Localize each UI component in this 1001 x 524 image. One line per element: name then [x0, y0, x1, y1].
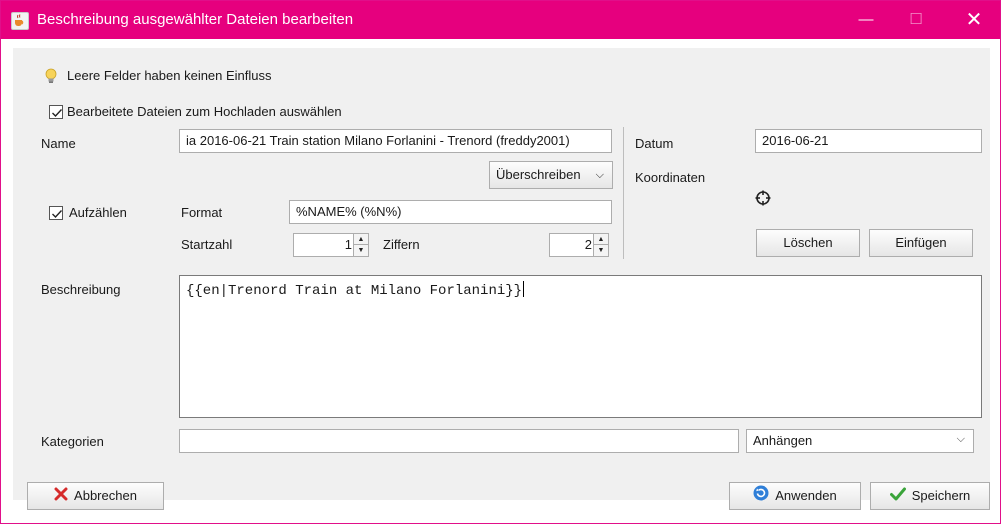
- name-label: Name: [41, 136, 76, 151]
- format-label: Format: [181, 205, 223, 220]
- spinner-up-icon[interactable]: ▲: [594, 234, 608, 245]
- description-label: Beschreibung: [41, 282, 121, 297]
- categories-mode-value: Anhängen: [753, 433, 813, 448]
- refresh-icon: [753, 484, 769, 510]
- dialog-window: Beschreibung ausgewählter Dateien bearbe…: [0, 0, 1001, 524]
- start-number-spinner[interactable]: 1 ▲ ▼: [293, 233, 369, 257]
- crosshair-icon[interactable]: [755, 190, 771, 209]
- hint-text: Leere Felder haben keinen Einfluss: [67, 68, 272, 83]
- title-bar[interactable]: Beschreibung ausgewählter Dateien bearbe…: [1, 1, 1000, 39]
- vertical-divider: [623, 127, 624, 259]
- select-edited-checkbox[interactable]: [49, 105, 63, 119]
- paste-coordinates-button[interactable]: Einfügen: [869, 229, 973, 257]
- text-caret: [523, 281, 525, 297]
- minimize-button[interactable]: —: [843, 1, 889, 39]
- overwrite-mode-label: Überschreiben: [496, 167, 581, 182]
- format-field[interactable]: %NAME% (%N%): [289, 200, 612, 224]
- start-number-value: 1: [344, 237, 352, 252]
- java-cup-icon: [11, 12, 29, 30]
- lightbulb-icon: [45, 68, 57, 87]
- categories-mode-select[interactable]: Anhängen ⌵: [746, 429, 974, 453]
- enumerate-checkbox[interactable]: [49, 206, 63, 220]
- description-textarea[interactable]: {{en|Trenord Train at Milano Forlanini}}: [179, 275, 982, 418]
- spinner-up-icon[interactable]: ▲: [354, 234, 368, 245]
- clear-coordinates-button[interactable]: Löschen: [756, 229, 860, 257]
- spinner-down-icon[interactable]: ▼: [354, 245, 368, 256]
- enumerate-label[interactable]: Aufzählen: [69, 205, 127, 220]
- maximize-button[interactable]: ☐: [893, 1, 939, 39]
- digits-spinner[interactable]: 2 ▲ ▼: [549, 233, 609, 257]
- start-number-label: Startzahl: [181, 237, 233, 252]
- apply-button[interactable]: Anwenden: [729, 482, 861, 510]
- cancel-label: Abbrechen: [74, 488, 137, 503]
- cancel-button[interactable]: Abbrechen: [27, 482, 164, 510]
- dialog-content: Leere Felder haben keinen Einfluss Bearb…: [13, 48, 990, 510]
- apply-label: Anwenden: [775, 488, 837, 503]
- chevron-down-icon: ⌵: [956, 433, 965, 445]
- overwrite-mode-button[interactable]: Überschreiben ⌵: [489, 161, 613, 189]
- save-label: Speichern: [911, 488, 971, 503]
- coordinates-label: Koordinaten: [635, 170, 706, 185]
- description-text: {{en|Trenord Train at Milano Forlanini}}: [186, 283, 523, 299]
- categories-field[interactable]: [179, 429, 739, 453]
- chevron-down-icon: ⌵: [595, 169, 604, 181]
- close-button[interactable]: ✕: [951, 1, 997, 39]
- save-button[interactable]: Speichern: [870, 482, 990, 510]
- digits-value: 2: [584, 237, 592, 252]
- date-label: Datum: [635, 136, 674, 151]
- date-field[interactable]: 2016-06-21: [755, 129, 982, 153]
- digits-label: Ziffern: [383, 237, 420, 252]
- checkmark-icon: [889, 484, 906, 510]
- select-edited-label[interactable]: Bearbeitete Dateien zum Hochladen auswäh…: [67, 104, 342, 119]
- spinner-down-icon[interactable]: ▼: [594, 245, 608, 256]
- name-field[interactable]: ia 2016-06-21 Train station Milano Forla…: [179, 129, 612, 153]
- window-title: Beschreibung ausgewählter Dateien bearbe…: [37, 11, 354, 28]
- categories-label: Kategorien: [41, 434, 104, 449]
- red-x-icon: [54, 484, 68, 510]
